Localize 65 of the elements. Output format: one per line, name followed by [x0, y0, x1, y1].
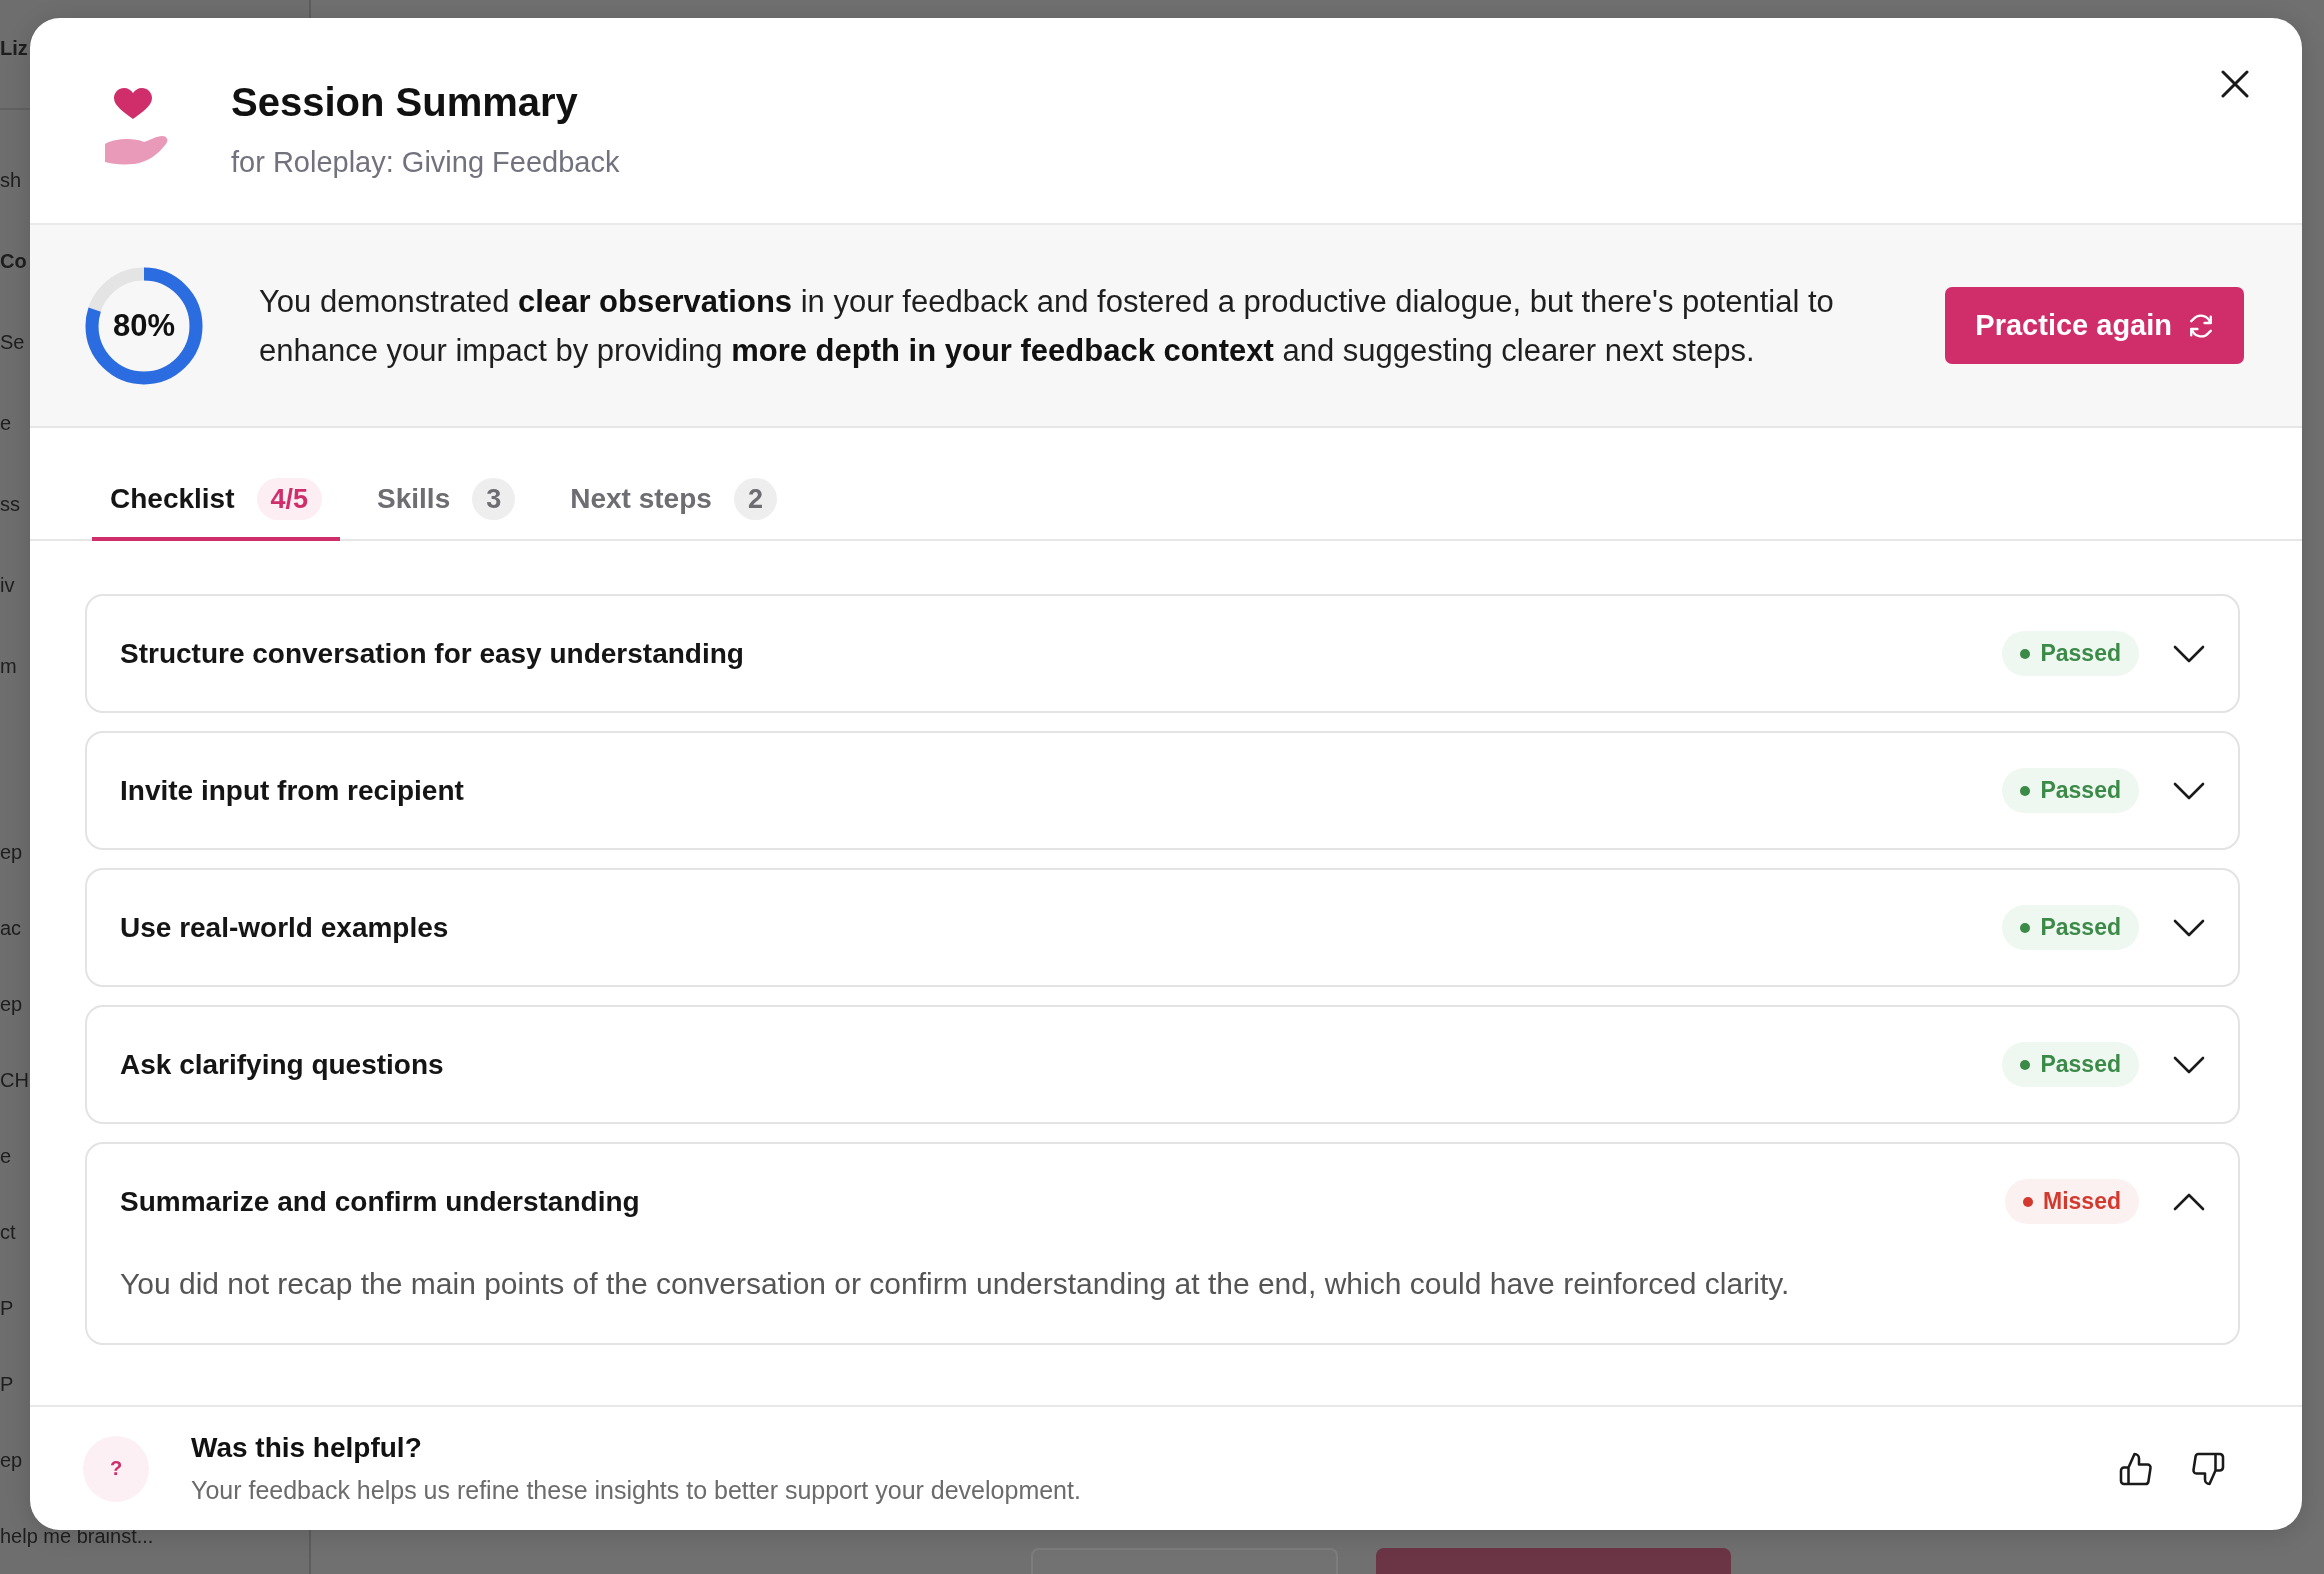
tab[interactable]: Checklist 4/5 — [92, 461, 341, 541]
sidebar-text: CH — [0, 1068, 29, 1092]
feedback-prompt-text: Your feedback helps us refine these insights to better support your development. — [191, 1475, 1081, 1506]
expand-toggle[interactable] — [2173, 1055, 2205, 1074]
expand-toggle[interactable] — [2173, 918, 2205, 937]
sidebar-text: sh — [0, 167, 22, 192]
tab[interactable]: Next steps 2 — [552, 461, 795, 541]
chevron-down-icon — [2173, 644, 2205, 663]
expand-toggle[interactable] — [2173, 1192, 2205, 1211]
chevron-down-icon — [2173, 781, 2205, 800]
sidebar-text: ep — [0, 992, 23, 1016]
sidebar-text: P — [0, 1372, 14, 1396]
status-label: Passed — [2040, 1051, 2121, 1078]
chevron-down-icon — [2173, 918, 2205, 937]
sidebar-text: Se — [0, 329, 25, 354]
chevron-down-icon — [2173, 1055, 2205, 1074]
status-label: Passed — [2040, 777, 2121, 804]
status-dot-icon — [2020, 1059, 2031, 1070]
sidebar-text: ss — [0, 491, 20, 516]
status-label: Missed — [2043, 1188, 2121, 1215]
checklist-item-detail: You did not recap the main points of the conversation or confirm understanding at the end, which could have reinforced clarity. — [119, 1266, 1791, 1302]
sidebar-text: P — [0, 1296, 14, 1320]
thumbs-up-icon — [2118, 1450, 2154, 1487]
practice-again-button[interactable]: Practice again — [1945, 287, 2244, 364]
refresh-icon — [2188, 312, 2214, 339]
checklist-item-title: Summarize and confirm understanding — [120, 1185, 640, 1218]
thumbs-down-button[interactable] — [2190, 1450, 2226, 1487]
status-label: Passed — [2040, 914, 2121, 941]
thumbs-up-button[interactable] — [2118, 1450, 2154, 1487]
checklist-item-title: Use real-world examples — [120, 911, 449, 944]
checklist-item-title: Ask clarifying questions — [120, 1048, 444, 1081]
sidebar-text: e — [0, 410, 12, 435]
sidebar-text: help me brainst... — [0, 1524, 154, 1548]
sidebar-text: m — [0, 653, 17, 678]
sidebar-text: ac — [0, 916, 22, 940]
sidebar-text: ep — [0, 840, 23, 864]
sidebar-text: ep — [0, 1448, 23, 1472]
sidebar-text: e — [0, 1144, 12, 1168]
status-dot-icon — [2023, 1196, 2033, 1207]
status-dot-icon — [2020, 648, 2031, 659]
tab-count-badge: 3 — [472, 478, 516, 520]
expand-toggle[interactable] — [2173, 644, 2205, 663]
expand-toggle[interactable] — [2173, 781, 2205, 800]
sidebar-text: iv — [0, 572, 15, 597]
close-icon — [2221, 70, 2249, 98]
heart-in-hand-icon — [104, 88, 168, 165]
tab[interactable]: Skills 3 — [359, 461, 534, 541]
dialog-title: Session Summary — [231, 79, 578, 126]
score-text: 80% — [113, 307, 175, 344]
chevron-up-icon — [2173, 1192, 2205, 1211]
sidebar-text: Liz — [0, 36, 28, 60]
status-dot-icon — [2020, 922, 2031, 933]
dialog-subtitle: for Roleplay: Giving Feedback — [231, 145, 620, 180]
tab-count-badge: 4/5 — [256, 478, 323, 520]
sidebar-text: Co — [0, 248, 27, 273]
checklist-item-title: Invite input from recipient — [120, 774, 464, 807]
feedback-prompt-title: Was this helpful? — [191, 1431, 422, 1465]
question-mark-icon: ? — [83, 1435, 149, 1502]
thumbs-down-icon — [2190, 1450, 2226, 1487]
tab-count-badge: 2 — [733, 478, 777, 520]
sidebar-text: ct — [0, 1220, 16, 1244]
checklist-item-title: Structure conversation for easy understanding — [120, 637, 744, 670]
status-dot-icon — [2020, 785, 2031, 796]
summary-text: You demonstrated clear observations in your feedback and fostered a productive dialogue, but there's potential to enhance your impact by providing more depth in your feedback context and suggesting clearer next steps. — [259, 282, 1835, 370]
status-label: Passed — [2040, 640, 2121, 667]
